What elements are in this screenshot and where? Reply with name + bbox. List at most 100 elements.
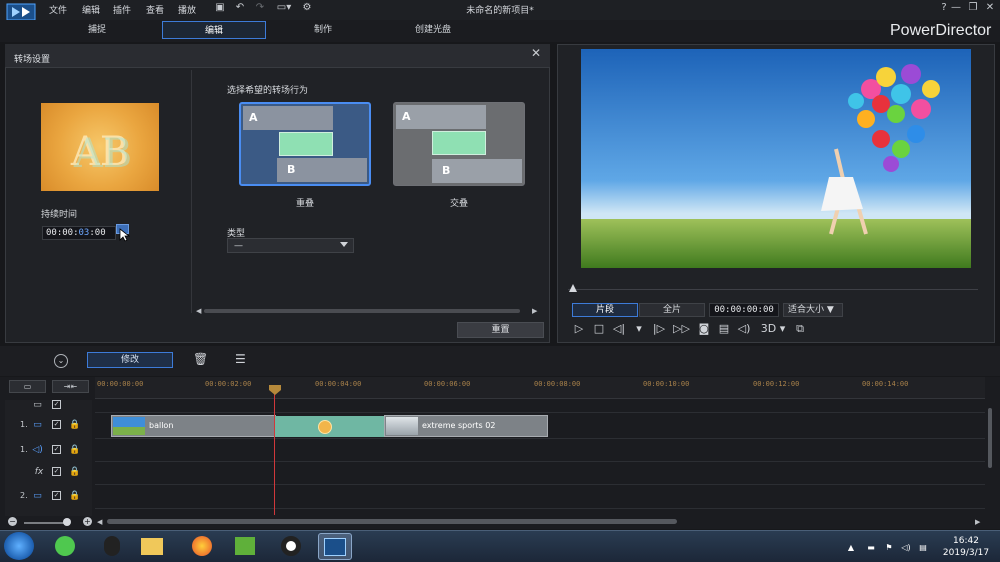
scroll-right-icon[interactable]: ▶ (975, 518, 980, 526)
clip-a-block: A (243, 106, 333, 130)
tray-keyboard-icon[interactable]: ▬ (866, 543, 876, 553)
stop-icon[interactable]: □ (591, 321, 607, 337)
3d-toggle[interactable]: 3D ▾ (759, 321, 787, 337)
volume-icon[interactable]: ◁) (736, 321, 752, 337)
timeline-horizontal-scrollbar[interactable] (107, 519, 677, 524)
save-icon[interactable]: ▣ (214, 2, 226, 14)
tray-expand-icon[interactable]: ▲ (846, 543, 856, 553)
marker-icon[interactable]: ▾ (631, 321, 647, 337)
transition-block (279, 132, 333, 156)
undo-icon[interactable]: ↶ (234, 2, 246, 14)
ruler-tick: 00:00:02:00 (205, 380, 252, 388)
fast-forward-icon[interactable]: ▷▷ (673, 321, 690, 337)
menu-plugins[interactable]: 插件 (113, 3, 131, 16)
settings-gear-icon[interactable]: ⚙ (301, 2, 313, 14)
lock-icon[interactable]: 🔒 (69, 445, 80, 455)
duration-prefix: 00:00: (46, 228, 79, 238)
detach-preview-icon[interactable]: ⧉ (792, 321, 808, 337)
zoom-in-icon[interactable]: + (83, 517, 92, 526)
taskbar-clock[interactable]: 16:42 2019/3/17 (936, 535, 996, 559)
taskbar-app-360-icon[interactable] (48, 533, 82, 560)
tray-flag-icon[interactable]: ⚑ (884, 543, 894, 553)
tab-clip-mode[interactable]: 片段 (572, 303, 638, 317)
audio-track-icon: ◁) (32, 445, 43, 455)
transition-icon (318, 420, 332, 434)
zoom-slider-knob[interactable] (63, 518, 71, 526)
restore-icon[interactable]: ❐ (966, 2, 980, 13)
fit-size-dropdown[interactable]: 适合大小 ▼ (783, 303, 843, 317)
scroll-right-icon[interactable]: ▶ (532, 307, 537, 315)
track-enable-checkbox[interactable]: ✓ (52, 420, 61, 429)
preview-timecode[interactable]: 00:00:00:00 (709, 303, 779, 317)
menu-playback[interactable]: 播放 (178, 3, 196, 16)
snapshot-icon[interactable]: ◙ (696, 321, 712, 337)
duration-seconds[interactable]: 03 (79, 228, 90, 238)
prev-frame-icon[interactable]: ◁| (611, 321, 627, 337)
menu-edit[interactable]: 编辑 (82, 3, 100, 16)
timeline-vertical-scrollbar[interactable] (988, 408, 992, 468)
storyboard-view-icon[interactable]: ▭ (9, 380, 46, 393)
tab-produce[interactable]: 制作 (271, 21, 375, 39)
reset-button[interactable]: 重置 (457, 322, 544, 338)
behavior-card-overlap[interactable]: A B (239, 102, 371, 186)
track-number: 2. (20, 491, 28, 500)
minimize-icon[interactable]: — (949, 2, 963, 13)
track-enable-checkbox[interactable]: ✓ (52, 445, 61, 454)
tab-edit[interactable]: 编辑 (162, 21, 266, 39)
lock-icon[interactable]: 🔒 (69, 467, 80, 477)
track-number: 1. (20, 420, 28, 429)
menu-view[interactable]: 查看 (146, 3, 164, 16)
taskbar-app-qq-icon[interactable] (95, 533, 129, 560)
track-enable-checkbox[interactable]: ✓ (52, 467, 61, 476)
tab-movie-mode[interactable]: 全片 (639, 303, 705, 317)
timeline-transition-block[interactable] (274, 416, 384, 437)
next-frame-icon[interactable]: |▷ (651, 321, 667, 337)
track-enable-checkbox[interactable]: ✓ (52, 491, 61, 500)
collapse-chevron-icon[interactable]: ⌄ (54, 354, 68, 368)
ruler-tick: 00:00:10:00 (643, 380, 690, 388)
timeline-clip-extreme-sports[interactable]: extreme sports 02 (384, 415, 548, 437)
tab-capture[interactable]: 捕捉 (45, 21, 149, 39)
scroll-left-icon[interactable]: ◀ (196, 307, 201, 315)
menu-file[interactable]: 文件 (49, 3, 67, 16)
modify-button[interactable]: 修改 (87, 352, 173, 368)
taskbar-app-media-icon[interactable] (228, 533, 262, 560)
preview-seek-bar[interactable] (568, 289, 978, 290)
panel-horizontal-scrollbar[interactable] (204, 309, 520, 313)
close-icon[interactable]: ✕ (983, 2, 997, 13)
trash-icon[interactable]: 🗑 (193, 352, 208, 368)
taskbar-app-recorder-icon[interactable] (274, 533, 308, 560)
lock-icon[interactable]: 🔒 (69, 420, 80, 430)
taskbar-app-powerdirector-icon[interactable] (318, 533, 352, 560)
video-track-icon: ▭ (33, 420, 42, 430)
seek-marker[interactable] (569, 284, 577, 292)
clip-list-icon[interactable]: ☰ (235, 352, 249, 368)
taskbar-app-explorer-icon[interactable] (135, 533, 169, 560)
tray-network-icon[interactable]: ▤ (918, 543, 928, 553)
tab-create-disc[interactable]: 创建光盘 (381, 21, 485, 39)
ruler-tick: 00:00:12:00 (753, 380, 800, 388)
svg-text:AB: AB (73, 131, 132, 177)
tray-volume-icon[interactable]: ◁) (901, 543, 911, 553)
lock-icon[interactable]: 🔒 (69, 491, 80, 501)
chevron-down-icon (340, 242, 348, 247)
zoom-out-icon[interactable]: − (8, 517, 17, 526)
play-icon[interactable]: ▷ (571, 321, 587, 337)
redo-icon[interactable]: ↷ (254, 2, 266, 14)
timeline-clip-ballon[interactable]: ballon (111, 415, 276, 437)
scroll-left-icon[interactable]: ◀ (97, 518, 102, 526)
panel-header (5, 44, 550, 68)
powerdirector-window: 文件 编辑 插件 查看 播放 ▣ ↶ ↷ ▭▾ ⚙ 未命名的新项目* ? — ❐… (0, 0, 1000, 562)
panel-close-icon[interactable]: ✕ (529, 46, 543, 60)
fit-timeline-icon[interactable]: ⇥⇤ (52, 380, 89, 393)
panel-title: 转场设置 (14, 55, 51, 65)
type-dropdown[interactable]: — (227, 238, 354, 253)
master-enable-checkbox[interactable]: ✓ (52, 400, 61, 409)
video-track-icon: ▭ (33, 491, 42, 501)
start-button-icon[interactable] (4, 532, 34, 560)
duration-input[interactable]: 00:00:03:00 (42, 226, 116, 240)
taskbar-app-firefox-icon[interactable] (185, 533, 219, 560)
subtitles-icon[interactable]: ▤ (716, 321, 732, 337)
behavior-card-crossfade[interactable]: A B (393, 102, 525, 186)
aspect-ratio-icon[interactable]: ▭▾ (273, 2, 295, 14)
